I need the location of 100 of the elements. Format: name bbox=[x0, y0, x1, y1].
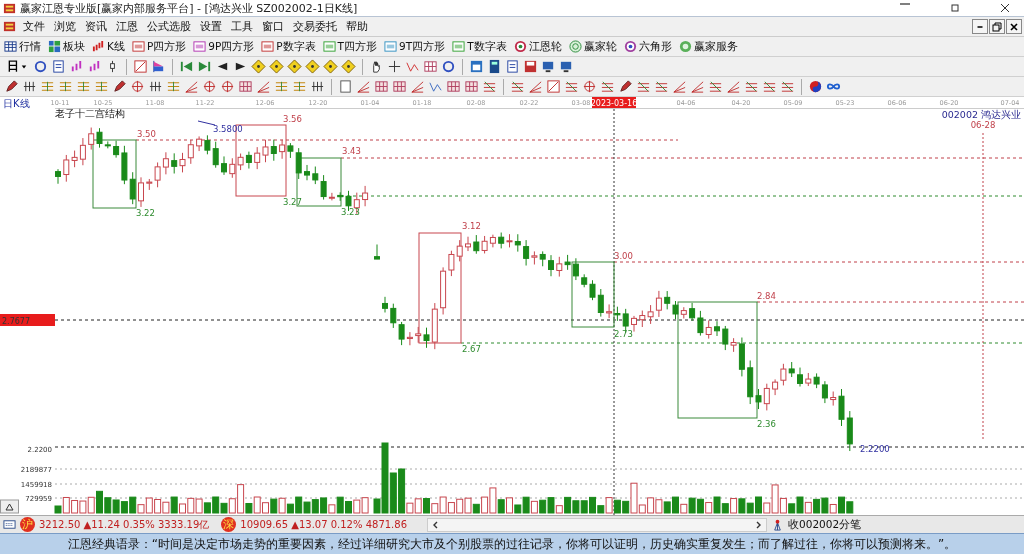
document-icon[interactable] bbox=[505, 59, 520, 74]
document-icon[interactable] bbox=[51, 59, 66, 74]
yin-yang-icon[interactable] bbox=[808, 79, 823, 94]
grid-icon[interactable] bbox=[374, 79, 389, 94]
restore-button[interactable] bbox=[989, 19, 1005, 34]
floppy-icon[interactable] bbox=[523, 59, 538, 74]
minimize-button[interactable] bbox=[972, 19, 988, 34]
grid-icon[interactable] bbox=[392, 79, 407, 94]
menu-item[interactable]: 浏览 bbox=[51, 19, 82, 34]
parallel-lines-icon[interactable] bbox=[636, 79, 651, 94]
monitor-icon[interactable] bbox=[541, 59, 556, 74]
menu-item[interactable]: 窗口 bbox=[259, 19, 290, 34]
toolbar-button[interactable]: P四方形 bbox=[131, 39, 191, 54]
maximize-icon[interactable] bbox=[950, 3, 960, 13]
menu-item[interactable]: 帮助 bbox=[343, 19, 374, 34]
toolbar-button[interactable]: K线 bbox=[92, 39, 129, 54]
crosshair-icon[interactable] bbox=[387, 59, 402, 74]
fork-icon[interactable] bbox=[58, 79, 73, 94]
menu-item[interactable]: 文件 bbox=[20, 19, 51, 34]
diamond-icon[interactable] bbox=[251, 59, 266, 74]
toolbar-button[interactable]: 赢家服务 bbox=[678, 39, 742, 54]
candlestick bbox=[221, 155, 227, 176]
scrollbar[interactable] bbox=[427, 517, 768, 532]
fan-lines-icon[interactable] bbox=[528, 79, 543, 94]
parallel-lines-icon[interactable] bbox=[762, 79, 777, 94]
fan-lines-icon[interactable] bbox=[256, 79, 271, 94]
fork-icon[interactable] bbox=[274, 79, 289, 94]
diamond-icon[interactable] bbox=[269, 59, 284, 74]
parallel-lines-icon[interactable] bbox=[564, 79, 579, 94]
toolbar-button[interactable]: 9T四方形 bbox=[384, 39, 450, 54]
toolbar-button[interactable]: 9P四方形 bbox=[193, 39, 259, 54]
ring-icon[interactable] bbox=[33, 59, 48, 74]
skip-back-icon[interactable] bbox=[179, 59, 194, 74]
crossed-circle-icon[interactable] bbox=[202, 79, 217, 94]
menu-item[interactable]: 江恩 bbox=[113, 19, 144, 34]
diamond-icon[interactable] bbox=[287, 59, 302, 74]
diamond-icon[interactable] bbox=[323, 59, 338, 74]
toolbar-button[interactable]: 赢家轮 bbox=[568, 39, 621, 54]
toolbar-button[interactable]: P数字表 bbox=[261, 39, 320, 54]
menu-item[interactable]: 公式选股 bbox=[144, 19, 197, 34]
menu-item[interactable]: 设置 bbox=[197, 19, 228, 34]
candlestick-icon bbox=[92, 40, 105, 53]
hatch-lines-icon[interactable] bbox=[22, 79, 37, 94]
toolbar-button[interactable]: 行情 bbox=[4, 39, 45, 54]
cursor-date-label: 2023-03-16 bbox=[590, 97, 638, 108]
grid-icon[interactable] bbox=[423, 59, 438, 74]
close-icon[interactable] bbox=[1000, 3, 1010, 13]
parallel-lines-icon[interactable] bbox=[600, 79, 615, 94]
fork-icon[interactable] bbox=[94, 79, 109, 94]
candlestick-icon[interactable] bbox=[69, 59, 84, 74]
grid-icon[interactable] bbox=[238, 79, 253, 94]
parallel-lines-icon[interactable] bbox=[744, 79, 759, 94]
collapse-button[interactable] bbox=[0, 499, 19, 514]
fork-icon[interactable] bbox=[76, 79, 91, 94]
fan-lines-icon[interactable] bbox=[184, 79, 199, 94]
document-icon[interactable] bbox=[338, 79, 353, 94]
hatch-lines-icon[interactable] bbox=[310, 79, 325, 94]
parallel-lines-icon[interactable] bbox=[654, 79, 669, 94]
pen-icon[interactable] bbox=[618, 79, 633, 94]
grid-icon[interactable] bbox=[446, 79, 461, 94]
parallel-lines-icon[interactable] bbox=[708, 79, 723, 94]
toolbar-button[interactable]: T四方形 bbox=[322, 39, 381, 54]
flag-icon[interactable] bbox=[151, 59, 166, 74]
toolbar-button[interactable]: 板块 bbox=[48, 39, 89, 54]
ring-icon[interactable] bbox=[441, 59, 456, 74]
monitor-icon[interactable] bbox=[559, 59, 574, 74]
skip-forward-icon[interactable] bbox=[197, 59, 212, 74]
framed-square-icon bbox=[452, 40, 466, 53]
price-label: 3.43 bbox=[342, 146, 361, 156]
toolbar-button[interactable]: T数字表 bbox=[452, 39, 511, 54]
parallel-lines-icon[interactable] bbox=[482, 79, 497, 94]
parallel-lines-icon[interactable] bbox=[510, 79, 525, 94]
toolbar-button[interactable]: 六角形 bbox=[623, 39, 676, 54]
crossed-circle-icon[interactable] bbox=[582, 79, 597, 94]
candlestick-icon[interactable] bbox=[87, 59, 102, 74]
diamond-icon[interactable] bbox=[341, 59, 356, 74]
close-button[interactable] bbox=[1006, 19, 1022, 34]
pen-icon[interactable] bbox=[4, 79, 19, 94]
slashed-box-icon[interactable] bbox=[133, 59, 148, 74]
fan-lines-icon[interactable] bbox=[410, 79, 425, 94]
calculator-icon[interactable] bbox=[487, 59, 502, 74]
period-dropdown[interactable]: 日 bbox=[4, 58, 30, 75]
pen-icon[interactable] bbox=[112, 79, 127, 94]
fan-lines-icon[interactable] bbox=[672, 79, 687, 94]
hatch-lines-icon[interactable] bbox=[148, 79, 163, 94]
crossed-circle-icon[interactable] bbox=[130, 79, 145, 94]
menu-item[interactable]: 工具 bbox=[228, 19, 259, 34]
fan-lines-icon[interactable] bbox=[356, 79, 371, 94]
crossed-circle-icon[interactable] bbox=[220, 79, 235, 94]
slashed-box-icon[interactable] bbox=[546, 79, 561, 94]
diamond-icon[interactable] bbox=[305, 59, 320, 74]
keyboard-icon[interactable] bbox=[3, 518, 16, 531]
parallel-lines-icon[interactable] bbox=[780, 79, 795, 94]
menu-item[interactable]: 资讯 bbox=[82, 19, 113, 34]
calendar-icon[interactable] bbox=[469, 59, 484, 74]
menu-item[interactable]: 交易委托 bbox=[290, 19, 343, 34]
grid-icon[interactable] bbox=[464, 79, 479, 94]
fan-lines-icon[interactable] bbox=[690, 79, 705, 94]
fan-lines-icon[interactable] bbox=[726, 79, 741, 94]
toolbar-button[interactable]: 江恩轮 bbox=[513, 39, 566, 54]
